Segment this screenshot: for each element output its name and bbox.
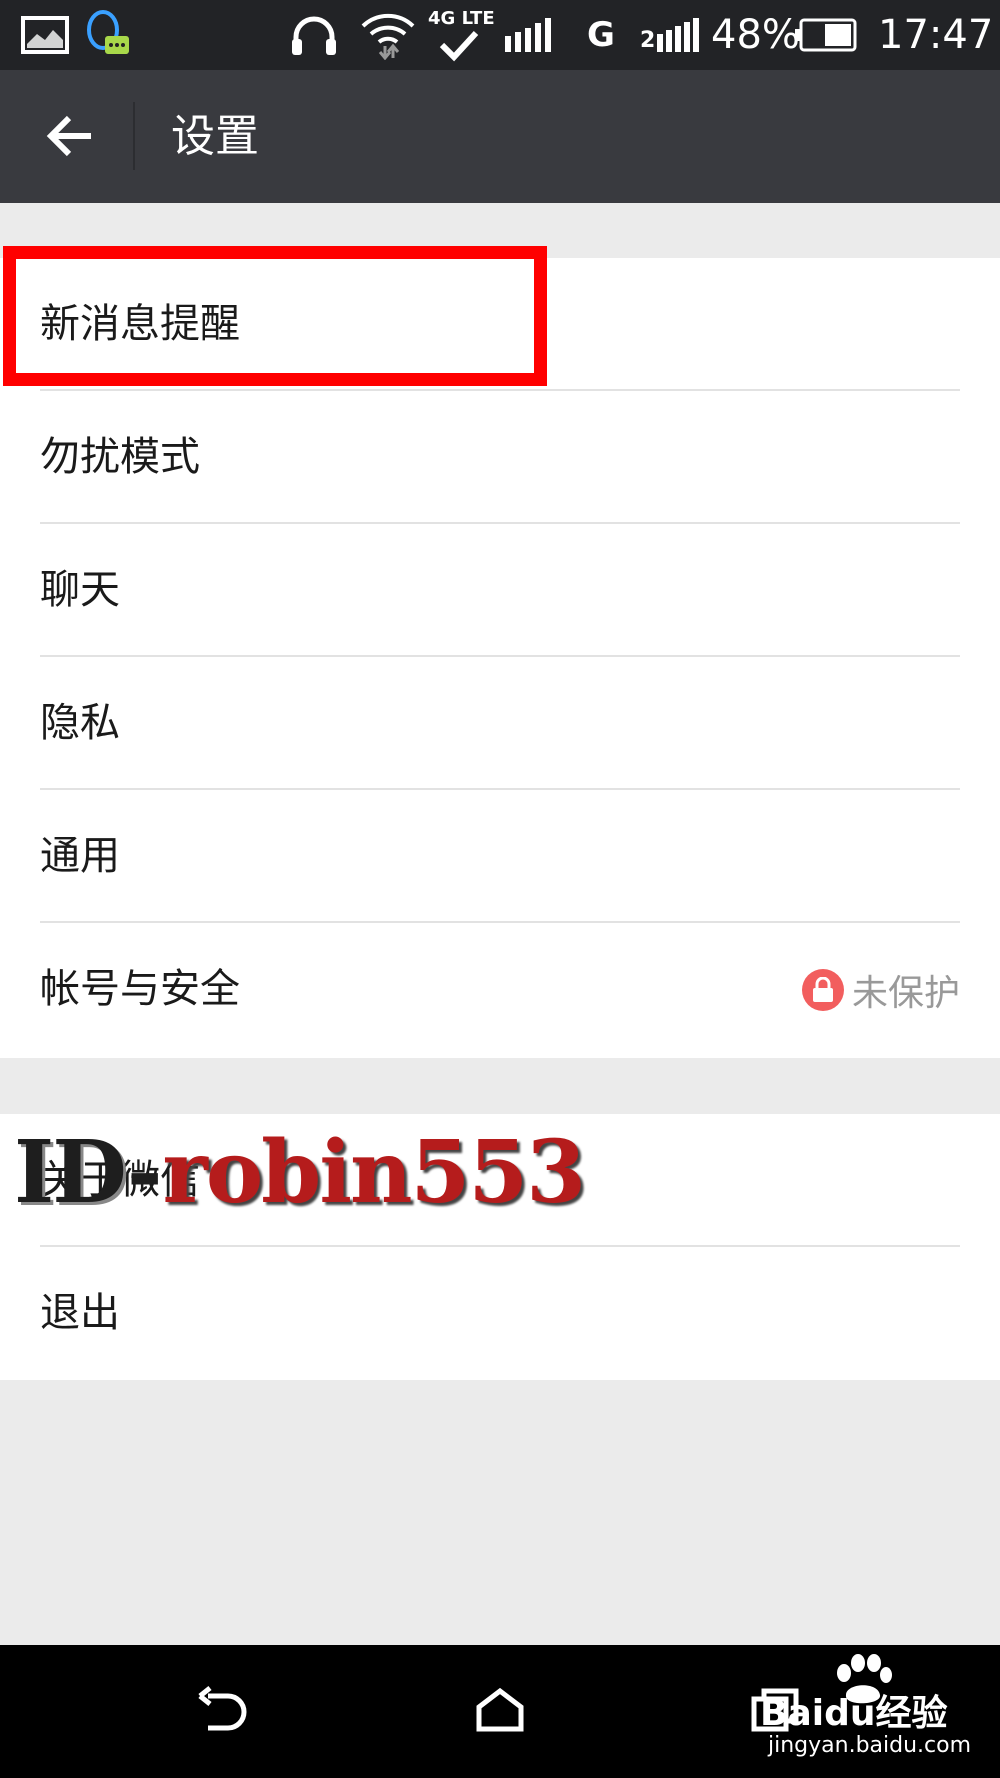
network-type-label: 4G LTE [428,8,495,29]
watermark-name: robin553 [162,1121,587,1223]
arrow-left-icon [46,115,91,157]
wifi-icon [358,10,418,60]
nav-bar: Baidu经验 jingyan.baidu.com [0,1645,1000,1778]
home-nav-button[interactable] [465,1675,535,1745]
status-bar: 4G LTE G 2 48% 17:47 [0,0,1000,70]
app-bar-divider [133,102,135,170]
baidu-logo-text: Baidu经验 [760,1693,948,1734]
qq-icon [82,10,132,60]
check-icon [436,28,482,64]
back-nav-icon [198,1686,247,1731]
home-nav-icon [476,1687,524,1732]
settings-item-label: 聊天 [40,567,120,613]
headphones-icon [288,10,340,60]
security-status: 未保护 [801,923,960,1056]
clock: 17:47 [878,12,994,58]
settings-item-general[interactable]: 通用 [0,790,1000,923]
settings-group-main: 新消息提醒 勿扰模式 聊天 隐私 通用 帐号与安全 未保护 [0,258,1000,1058]
settings-item-label: 通用 [40,833,120,879]
sim2-label: 2 [640,28,656,53]
settings-item-label: 退出 [40,1290,120,1336]
gallery-icon [20,10,70,60]
back-nav-button[interactable] [190,1675,260,1745]
settings-item-do-not-disturb[interactable]: 勿扰模式 [0,391,1000,524]
settings-item-new-message-alerts[interactable]: 新消息提醒 [0,258,1000,391]
settings-item-label: 勿扰模式 [40,434,200,480]
settings-item-label: 帐号与安全 [40,966,240,1012]
signal-icon [504,10,558,60]
settings-item-logout[interactable]: 退出 [0,1247,1000,1380]
settings-item-chat[interactable]: 聊天 [0,524,1000,657]
watermark-dash: - [126,1121,163,1223]
settings-item-privacy[interactable]: 隐私 [0,657,1000,790]
back-button[interactable] [30,96,110,176]
lock-icon [801,968,844,1011]
baidu-jingyan-logo: Baidu经验 [760,1654,980,1734]
settings-item-label: 新消息提醒 [40,301,240,347]
signal2-icon [656,10,702,60]
baidu-url: jingyan.baidu.com [768,1733,972,1758]
security-status-text: 未保护 [851,972,960,1014]
watermark-prefix: ID [14,1121,127,1223]
watermark: ID - robin553 [14,1121,587,1223]
battery-icon [794,10,858,60]
settings-item-account-security[interactable]: 帐号与安全 未保护 [0,923,1000,1056]
carrier2-label: G [587,15,615,55]
battery-percent: 48% [711,12,800,58]
app-bar: 设置 [0,70,1000,203]
page-title: 设置 [171,111,259,162]
settings-item-label: 隐私 [40,700,120,746]
